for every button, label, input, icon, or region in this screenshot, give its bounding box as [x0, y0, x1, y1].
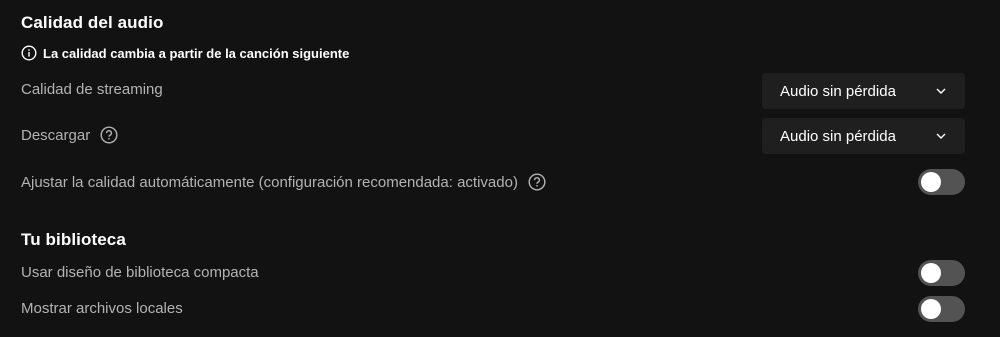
audio-quality-heading: Calidad del audio [21, 13, 164, 32]
streaming-quality-label: Calidad de streaming [21, 81, 163, 98]
toggle-knob [921, 299, 941, 319]
compact-layout-toggle[interactable] [918, 260, 965, 286]
compact-layout-label: Usar diseño de biblioteca compacta [21, 264, 259, 281]
quality-change-notice: La calidad cambia a partir de la canción… [21, 45, 349, 61]
download-quality-label: Descargar [21, 126, 91, 144]
download-quality-value: Audio sin pérdida [780, 127, 896, 145]
toggle-knob [921, 263, 941, 283]
auto-adjust-label: Ajustar la calidad automáticamente (conf… [21, 173, 518, 191]
info-icon [21, 45, 37, 61]
toggle-knob [921, 172, 941, 192]
download-quality-dropdown[interactable]: Audio sin pérdida [762, 118, 965, 154]
settings-page: Calidad del audio La calidad cambia a pa… [0, 0, 1000, 337]
auto-adjust-row-label: Ajustar la calidad automáticamente (conf… [21, 173, 546, 191]
help-icon[interactable] [528, 173, 546, 191]
local-files-toggle[interactable] [918, 296, 965, 322]
chevron-down-icon [935, 85, 947, 97]
streaming-quality-dropdown[interactable]: Audio sin pérdida [762, 73, 965, 109]
auto-adjust-toggle[interactable] [918, 169, 965, 195]
library-heading: Tu biblioteca [21, 230, 126, 249]
download-quality-row-label: Descargar [21, 126, 118, 144]
local-files-label: Mostrar archivos locales [21, 300, 183, 317]
chevron-down-icon [935, 130, 947, 142]
help-icon[interactable] [100, 126, 118, 144]
notice-text: La calidad cambia a partir de la canción… [43, 45, 350, 61]
streaming-quality-value: Audio sin pérdida [780, 82, 896, 100]
